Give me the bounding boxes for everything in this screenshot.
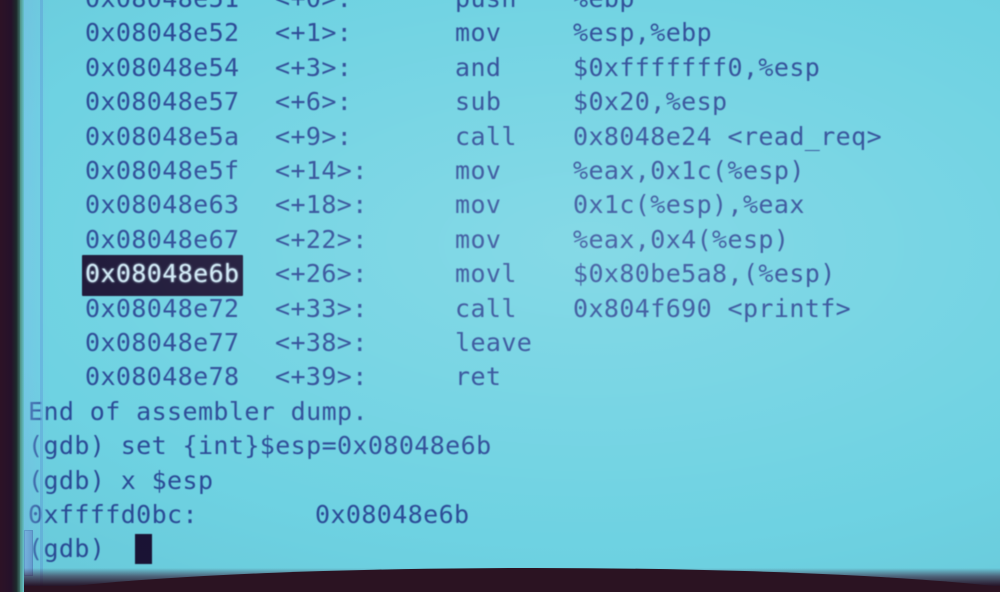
instruction-mnemonic: mov (455, 190, 502, 220)
instruction-offset: <+38>: (275, 328, 368, 357)
disassembly-row: 0x08048e5f <+14>: mov %eax,0x1c(%esp) (24, 154, 1000, 188)
gdb-command-text: (gdb) x $esp (28, 465, 214, 495)
disassembly-row: 0x08048e52 <+1>: mov %esp,%ebp (24, 16, 1000, 50)
disassembly-row: 0x08048e57 <+6>: sub $0x20,%esp (24, 85, 1000, 119)
disassembly-row-selected: 0x08048e6b <+26>: movl $0x80be5a8,(%esp) (24, 255, 1000, 296)
instruction-offset: <+9>: (275, 121, 353, 151)
gdb-prompt[interactable]: (gdb) (28, 532, 105, 566)
instruction-mnemonic: ret (455, 362, 502, 392)
gdb-console-output: 0x08048e51 <+0>: push %ebp 0x08048e52 <+1>: mo… (24, 0, 1000, 586)
disassembly-row: 0x08048e78 <+39>: ret (24, 360, 1000, 394)
instruction-operands: $0xfffffff0,%esp (573, 52, 821, 82)
gdb-active-prompt-line: (gdb) (24, 532, 1000, 566)
instruction-address: 0x08048e78 (85, 362, 240, 392)
instruction-mnemonic: mov (455, 224, 502, 254)
instruction-address: 0x08048e72 (85, 293, 240, 323)
disassembly-row: 0x08048e77 <+38>: leave (24, 326, 1000, 360)
instruction-mnemonic: movl (455, 259, 517, 289)
instruction-address: 0x08048e6b (82, 255, 243, 296)
instruction-offset: <+1>: (275, 18, 353, 48)
instruction-offset: <+14>: (275, 156, 368, 185)
memory-output-address: 0xffffd0bc: (28, 500, 198, 529)
instruction-offset: <+22>: (275, 224, 368, 254)
instruction-address: 0x08048e52 (85, 18, 240, 48)
instruction-offset: <+26>: (275, 259, 368, 289)
memory-output-value: 0x08048e6b (315, 500, 470, 529)
gdb-command-line: (gdb) x $esp (24, 464, 1000, 498)
screen-bezel-left (0, 0, 20, 592)
instruction-address: 0x08048e77 (85, 328, 240, 357)
end-of-dump-line: End of assembler dump. (24, 395, 1000, 429)
projector-screen-photo: 0x08048e51 <+0>: push %ebp 0x08048e52 <+1>: mo… (0, 0, 1000, 592)
instruction-offset: <+0>: (275, 0, 352, 16)
instruction-offset: <+3>: (275, 52, 353, 82)
instruction-mnemonic: sub (455, 87, 502, 117)
instruction-operands: 0x8048e24 <read_req> (573, 121, 883, 151)
instruction-mnemonic: push (455, 0, 517, 16)
instruction-address: 0x08048e57 (85, 87, 240, 117)
instruction-mnemonic: leave (455, 328, 533, 357)
instruction-mnemonic: call (455, 121, 517, 151)
disassembly-row: 0x08048e72 <+33>: call 0x804f690 <printf> (24, 292, 1000, 326)
instruction-address: 0x08048e5f (85, 156, 240, 185)
instruction-operands: %eax,0x1c(%esp) (573, 156, 805, 185)
instruction-mnemonic: call (455, 293, 517, 323)
instruction-offset: <+33>: (275, 293, 368, 323)
instruction-operands: %ebp (573, 0, 635, 16)
instruction-operands: 0x1c(%esp),%eax (573, 190, 805, 220)
instruction-mnemonic: and (455, 52, 502, 82)
instruction-address: 0x08048e63 (85, 190, 240, 220)
disassembly-row: 0x08048e5a <+9>: call 0x8048e24 <read_req> (24, 120, 1000, 154)
instruction-operands: %eax,0x4(%esp) (573, 224, 790, 254)
terminal-block-cursor[interactable] (135, 534, 152, 565)
memory-output-line: 0xffffd0bc: 0x08048e6b (24, 498, 1000, 532)
instruction-offset: <+6>: (275, 87, 353, 117)
instruction-operands: 0x804f690 <printf> (573, 293, 852, 323)
instruction-address: 0x08048e67 (85, 224, 240, 254)
gdb-command-text: (gdb) set {int}$esp=0x08048e6b (28, 431, 492, 461)
instruction-address: 0x08048e54 (85, 52, 240, 82)
instruction-operands: %esp,%ebp (573, 18, 713, 48)
instruction-mnemonic: mov (455, 156, 502, 185)
disassembly-row: 0x08048e63 <+18>: mov 0x1c(%esp),%eax (24, 188, 1000, 222)
disassembly-row: 0x08048e54 <+3>: and $0xfffffff0,%esp (24, 51, 1000, 85)
disassembly-row: 0x08048e51 <+0>: push %ebp (24, 0, 1000, 16)
instruction-offset: <+18>: (275, 190, 368, 220)
instruction-mnemonic: mov (455, 18, 502, 48)
instruction-address: 0x08048e51 (85, 0, 240, 16)
instruction-operands: $0x80be5a8,(%esp) (573, 259, 836, 289)
gdb-command-line: (gdb) set {int}$esp=0x08048e6b (24, 429, 1000, 463)
gdb-terminal-window[interactable]: 0x08048e51 <+0>: push %ebp 0x08048e52 <+1>: mo… (24, 0, 1000, 586)
end-of-dump-text: End of assembler dump. (28, 396, 368, 426)
instruction-address: 0x08048e5a (85, 121, 240, 151)
instruction-offset: <+39>: (275, 362, 368, 392)
instruction-operands: $0x20,%esp (573, 87, 728, 117)
disassembly-row: 0x08048e67 <+22>: mov %eax,0x4(%esp) (24, 223, 1000, 257)
terminal-scrollbar-thumb[interactable] (24, 530, 33, 576)
